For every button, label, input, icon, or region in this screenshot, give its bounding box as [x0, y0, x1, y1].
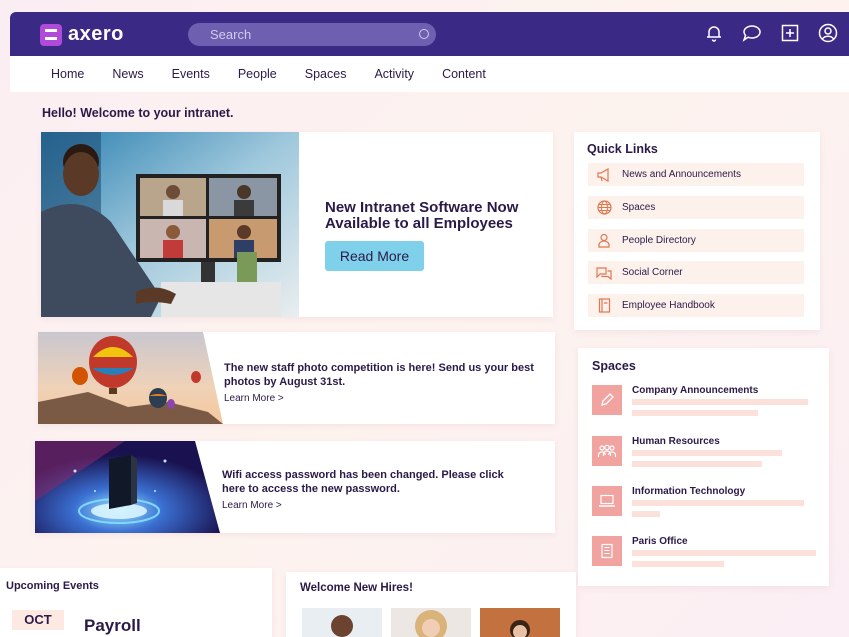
- photo-competition-learn-more[interactable]: Learn More >: [224, 393, 284, 404]
- nav-activity[interactable]: Activity: [374, 67, 414, 81]
- logo-mark-icon: [40, 23, 62, 46]
- chat-bubble-icon[interactable]: [741, 22, 763, 44]
- placeholder-bar: [632, 450, 782, 456]
- add-icon[interactable]: [779, 22, 801, 44]
- quick-links-title: Quick Links: [587, 142, 658, 156]
- globe-icon: [596, 200, 612, 216]
- quick-link-label: People Directory: [622, 235, 696, 246]
- top-bar: axero: [10, 12, 849, 56]
- placeholder-bar: [632, 461, 762, 467]
- user-avatar-icon[interactable]: [817, 22, 839, 44]
- wifi-password-learn-more[interactable]: Learn More >: [222, 500, 282, 511]
- welcome-greeting: Hello! Welcome to your intranet.: [42, 106, 234, 120]
- hero-image: [41, 132, 299, 317]
- book-icon: [596, 298, 612, 314]
- placeholder-bar: [632, 511, 660, 517]
- main-nav: Home News Events People Spaces Activity …: [10, 56, 849, 92]
- hero-card: New Intranet Software Now Available to a…: [41, 132, 553, 317]
- quick-link-people-directory[interactable]: People Directory: [588, 229, 804, 252]
- brand-name: axero: [68, 23, 124, 45]
- quick-link-label: News and Announcements: [622, 169, 741, 180]
- building-icon: [592, 536, 622, 566]
- read-more-button[interactable]: Read More: [325, 241, 424, 271]
- placeholder-bar: [632, 410, 758, 416]
- nav-home[interactable]: Home: [51, 67, 84, 81]
- nav-news[interactable]: News: [112, 67, 143, 81]
- quick-link-label: Social Corner: [622, 267, 683, 278]
- space-name: Company Announcements: [632, 385, 759, 396]
- search-input[interactable]: [188, 23, 436, 46]
- nav-people[interactable]: People: [238, 67, 277, 81]
- placeholder-bar: [632, 550, 816, 556]
- brand-logo[interactable]: axero: [40, 23, 124, 46]
- quick-link-social-corner[interactable]: Social Corner: [588, 261, 804, 284]
- laptop-icon: [592, 486, 622, 516]
- space-company-announcements[interactable]: Company Announcements: [592, 385, 822, 425]
- nav-spaces[interactable]: Spaces: [305, 67, 347, 81]
- quick-link-label: Employee Handbook: [622, 300, 715, 311]
- balloons-image: [38, 332, 223, 424]
- chat-icon: [596, 265, 612, 281]
- megaphone-icon: [596, 167, 612, 183]
- quick-link-news-and-announcements[interactable]: News and Announcements: [588, 163, 804, 186]
- photo-competition-text: The new staff photo competition is here!…: [224, 362, 534, 388]
- people-icon: [592, 436, 622, 466]
- space-information-technology[interactable]: Information Technology: [592, 486, 822, 526]
- spaces-title: Spaces: [592, 359, 636, 373]
- quick-link-spaces[interactable]: Spaces: [588, 196, 804, 219]
- wifi-password-banner[interactable]: Wifi access password has been changed. P…: [35, 441, 555, 533]
- placeholder-bar: [632, 561, 724, 567]
- placeholder-bar: [632, 399, 808, 405]
- photo-competition-banner[interactable]: The new staff photo competition is here!…: [38, 332, 555, 424]
- new-hires-title: Welcome New Hires!: [300, 582, 413, 594]
- space-name: Information Technology: [632, 486, 746, 497]
- quick-link-label: Spaces: [622, 202, 656, 213]
- hero-title: New Intranet Software Now Available to a…: [325, 199, 519, 232]
- placeholder-bar: [632, 500, 804, 506]
- space-paris-office[interactable]: Paris Office: [592, 536, 822, 576]
- quick-links-panel: Quick Links News and Announcements Space…: [574, 132, 820, 330]
- event-name[interactable]: Payroll: [84, 616, 141, 636]
- spaces-panel: Spaces Company Announcements Human Resou…: [578, 348, 829, 586]
- bell-icon[interactable]: [703, 22, 725, 44]
- upcoming-events-title: Upcoming Events: [6, 580, 99, 592]
- event-month-tag: OCT: [12, 610, 64, 630]
- space-human-resources[interactable]: Human Resources: [592, 436, 822, 476]
- nav-events[interactable]: Events: [172, 67, 210, 81]
- pen-icon: [592, 385, 622, 415]
- quick-link-employee-handbook[interactable]: Employee Handbook: [588, 294, 804, 317]
- space-name: Paris Office: [632, 536, 688, 547]
- wifi-password-text: Wifi access password has been changed. P…: [222, 469, 504, 495]
- search-icon[interactable]: [419, 29, 429, 39]
- space-name: Human Resources: [632, 436, 720, 447]
- new-hire-photo[interactable]: [480, 608, 560, 637]
- nav-content[interactable]: Content: [442, 67, 486, 81]
- new-hire-photo[interactable]: [391, 608, 471, 637]
- wifi-tech-image: [35, 441, 220, 533]
- new-hire-photo[interactable]: [302, 608, 382, 637]
- person-icon: [596, 233, 612, 249]
